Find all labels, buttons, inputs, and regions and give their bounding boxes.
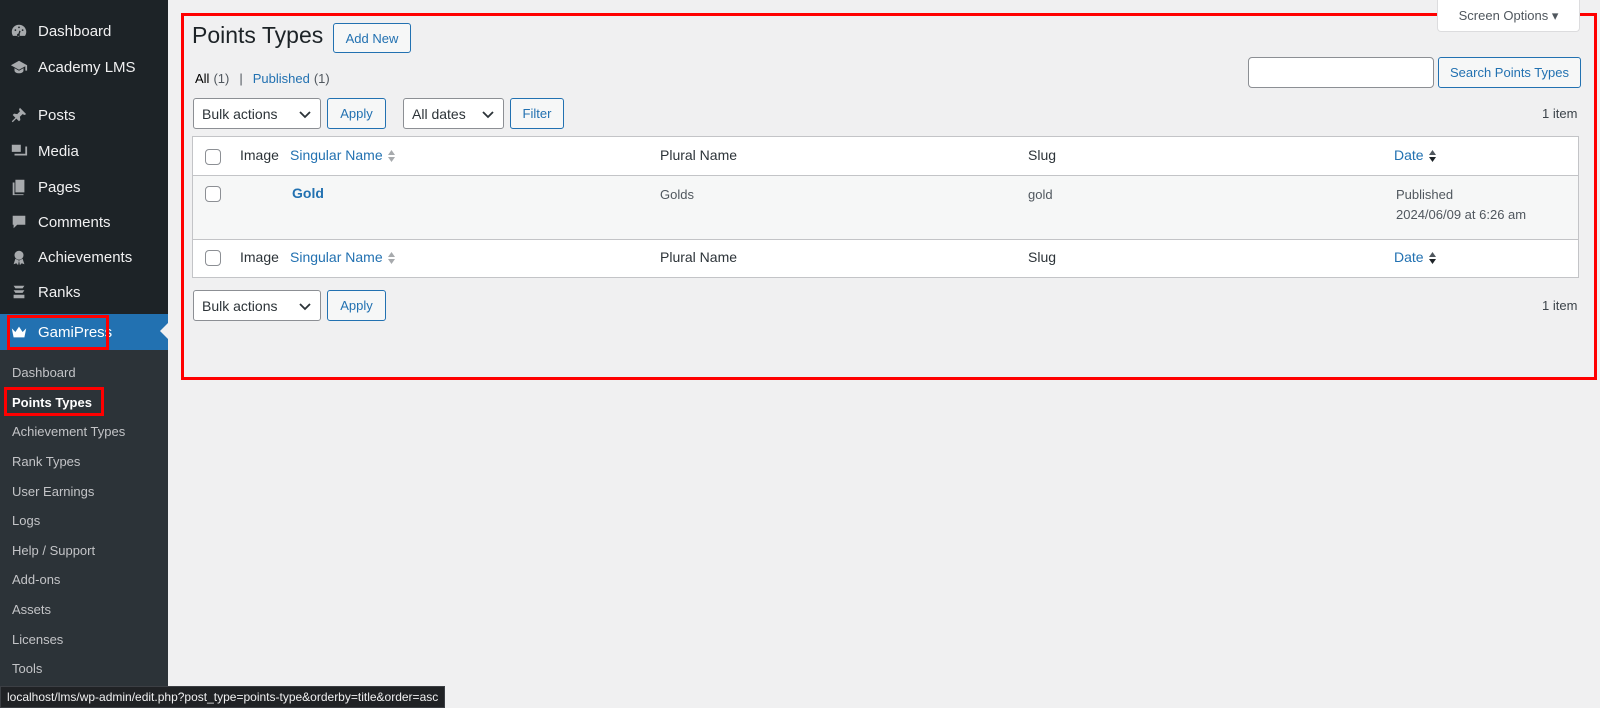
menu-item-dashboard[interactable]: Dashboard xyxy=(0,14,168,48)
chevron-down-icon xyxy=(298,107,312,121)
row-slug: gold xyxy=(1028,187,1053,202)
menu-item-academy-lms[interactable]: Academy LMS xyxy=(0,50,168,84)
filter-button[interactable]: Filter xyxy=(510,98,564,129)
submenu-item-assets[interactable]: Assets xyxy=(12,597,51,621)
column-footer-singular-name[interactable]: Singular Name xyxy=(290,249,396,266)
menu-item-posts[interactable]: Posts xyxy=(0,98,168,132)
menu-label: Dashboard xyxy=(38,22,112,40)
submenu-item-licenses[interactable]: Licenses xyxy=(12,627,63,651)
view-separator: | xyxy=(239,71,243,86)
table-row: Gold Golds gold Published 2024/06/09 at … xyxy=(193,176,1578,239)
menu-item-pages[interactable]: Pages xyxy=(0,170,168,204)
sort-icon xyxy=(1428,150,1436,163)
submenu-item-user-earnings[interactable]: User Earnings xyxy=(12,479,94,503)
submenu-item-tools[interactable]: Tools xyxy=(12,656,42,680)
submenu-item-rank-types[interactable]: Rank Types xyxy=(12,449,80,473)
comment-icon xyxy=(9,212,29,232)
select-all-checkbox[interactable] xyxy=(205,149,221,165)
browser-status-bar: localhost/lms/wp-admin/edit.php?post_typ… xyxy=(0,686,446,708)
column-header-slug: Slug xyxy=(1028,147,1057,163)
column-footer-image: Image xyxy=(240,249,279,265)
view-all-link[interactable]: All xyxy=(195,71,209,86)
sort-icon xyxy=(387,150,395,163)
menu-label: Ranks xyxy=(38,283,81,301)
submenu-item-achievement-types[interactable]: Achievement Types xyxy=(12,419,125,443)
pin-icon xyxy=(9,105,29,125)
search-input[interactable] xyxy=(1248,57,1434,88)
points-types-table: Image Singular Name Plural Name Slug Dat… xyxy=(192,136,1579,278)
submenu-item-add-ons[interactable]: Add-ons xyxy=(12,567,60,591)
ranks-icon xyxy=(9,282,29,302)
row-date: 2024/06/09 at 6:26 am xyxy=(1396,207,1527,222)
graduation-cap-icon xyxy=(9,57,29,77)
bulk-actions-select-bottom[interactable]: Bulk actions xyxy=(193,290,321,321)
menu-label: Media xyxy=(38,142,79,160)
menu-label: Achievements xyxy=(38,248,133,266)
row-title-link[interactable]: Gold xyxy=(292,185,324,201)
award-icon xyxy=(9,247,29,267)
row-status: Published xyxy=(1396,187,1454,202)
status-views: All (1) | Published (1) xyxy=(195,71,330,86)
table-footer-row: Image Singular Name Plural Name Slug Dat… xyxy=(193,239,1578,277)
sort-icon xyxy=(387,252,395,265)
submenu-item-dashboard[interactable]: Dashboard xyxy=(12,360,76,384)
column-header-date[interactable]: Date xyxy=(1394,147,1437,164)
submenu-item-help-support[interactable]: Help / Support xyxy=(12,538,95,562)
select-all-checkbox-footer[interactable] xyxy=(205,250,221,266)
column-footer-slug: Slug xyxy=(1028,249,1057,265)
row-checkbox[interactable] xyxy=(205,186,221,202)
menu-label: Pages xyxy=(38,178,81,196)
menu-label: Academy LMS xyxy=(38,58,136,76)
date-filter-select[interactable]: All dates xyxy=(403,98,504,129)
chevron-down-icon xyxy=(298,299,312,313)
menu-item-media[interactable]: Media xyxy=(0,134,168,168)
menu-item-gamipress[interactable]: GamiPress xyxy=(0,314,168,350)
sort-icon xyxy=(1428,252,1436,265)
submenu-item-points-types[interactable]: Points Types xyxy=(12,390,92,414)
menu-label: GamiPress xyxy=(38,323,113,341)
menu-item-comments[interactable]: Comments xyxy=(0,205,168,239)
table-header-row: Image Singular Name Plural Name Slug Dat… xyxy=(193,137,1578,176)
screen-options-button[interactable]: Screen Options ▾ xyxy=(1437,0,1580,32)
apply-button-bottom[interactable]: Apply xyxy=(327,290,386,321)
pages-icon xyxy=(9,177,29,197)
column-footer-plural-name: Plural Name xyxy=(660,249,738,265)
crown-icon xyxy=(9,322,29,342)
items-count-bottom: 1 item xyxy=(1542,298,1578,313)
gamipress-submenu: Dashboard Points Types Achievement Types… xyxy=(0,350,168,686)
admin-sidebar: Dashboard Academy LMS Posts Media Pages … xyxy=(0,0,168,708)
bulk-actions-select-top[interactable]: Bulk actions xyxy=(193,98,321,129)
items-count-top: 1 item xyxy=(1542,106,1578,121)
view-all-count: (1) xyxy=(213,71,230,86)
add-new-button[interactable]: Add New xyxy=(333,23,411,53)
menu-label: Posts xyxy=(38,106,76,124)
view-published-count: (1) xyxy=(313,71,330,86)
row-plural-name: Golds xyxy=(660,187,694,202)
page-title: Points Types xyxy=(192,22,324,48)
menu-item-ranks[interactable]: Ranks xyxy=(0,275,168,309)
menu-item-achievements[interactable]: Achievements xyxy=(0,240,168,274)
search-points-types-button[interactable]: Search Points Types xyxy=(1438,57,1581,88)
column-footer-date[interactable]: Date xyxy=(1394,249,1437,266)
chevron-down-icon xyxy=(481,107,495,121)
column-header-plural-name: Plural Name xyxy=(660,147,738,163)
column-header-image: Image xyxy=(240,147,279,163)
chevron-down-icon: ▾ xyxy=(1551,8,1559,23)
media-icon xyxy=(9,141,29,161)
submenu-item-logs[interactable]: Logs xyxy=(12,508,40,532)
view-published-link[interactable]: Published xyxy=(253,71,310,86)
menu-label: Comments xyxy=(38,213,111,231)
dashboard-icon xyxy=(9,21,29,41)
column-header-singular-name[interactable]: Singular Name xyxy=(290,147,396,164)
apply-button-top[interactable]: Apply xyxy=(327,98,386,129)
